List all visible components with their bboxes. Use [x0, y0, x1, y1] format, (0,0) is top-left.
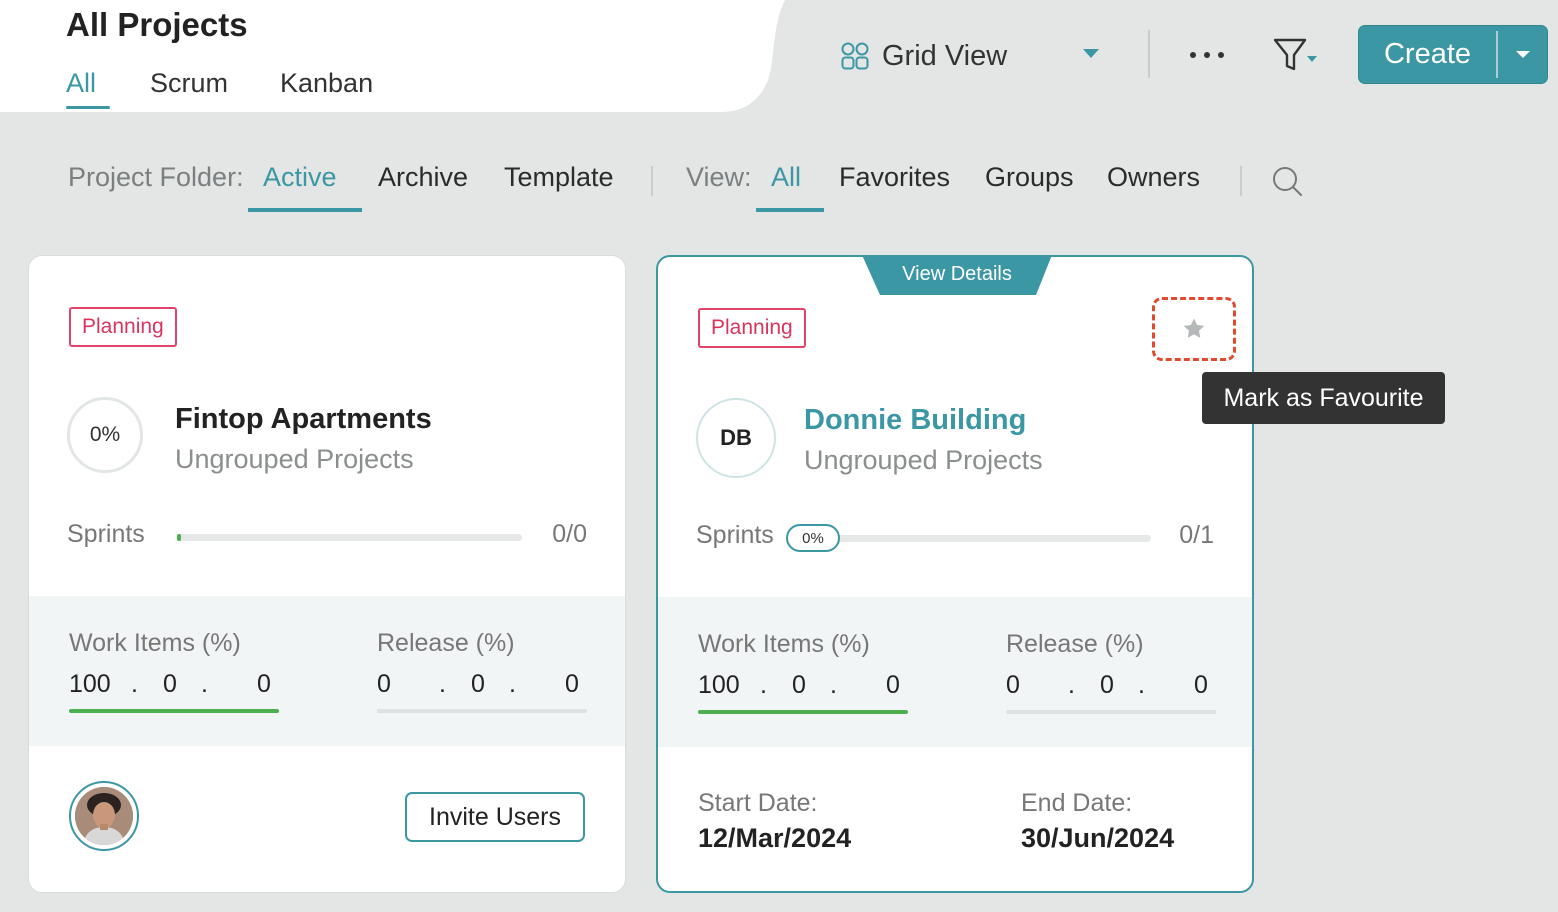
value-separator: .: [830, 671, 837, 699]
tab-kanban[interactable]: Kanban: [280, 68, 373, 99]
sprint-count: 0/1: [1179, 521, 1214, 549]
release-label: Release (%): [1006, 630, 1144, 658]
filter-button[interactable]: [1272, 36, 1322, 76]
more-horizontal-icon: [1190, 52, 1224, 58]
value-separator: .: [509, 670, 516, 698]
view-selector-label: Grid View: [882, 39, 1008, 72]
filter-divider: [651, 166, 653, 196]
invite-users-button[interactable]: Invite Users: [405, 792, 585, 842]
header-divider: [1148, 30, 1150, 78]
grid-icon: [841, 42, 869, 70]
project-name[interactable]: Donnie Building: [804, 404, 1026, 437]
mark-favourite-button[interactable]: [1152, 297, 1236, 361]
page-title: All Projects: [66, 6, 248, 43]
chevron-down-icon: [1083, 49, 1099, 58]
folder-archive[interactable]: Archive: [378, 162, 468, 193]
view-filter-label: View:: [686, 162, 752, 192]
sprint-progress-fill: [177, 534, 181, 541]
start-date-value: 12/Mar/2024: [698, 823, 852, 853]
release-value-2: 0: [1100, 671, 1114, 699]
sprint-progress-bar: [177, 534, 522, 541]
more-options-button[interactable]: [1186, 40, 1228, 70]
work-items-value-1: 100: [69, 670, 111, 698]
end-date-label: End Date:: [1021, 789, 1133, 817]
release-value-1: 0: [377, 670, 391, 698]
value-separator: .: [1068, 671, 1075, 699]
star-icon: [1183, 318, 1205, 338]
user-photo: [75, 787, 133, 845]
work-items-label: Work Items (%): [698, 630, 870, 658]
folder-template[interactable]: Template: [504, 162, 614, 193]
view-all[interactable]: All: [771, 162, 801, 193]
filter-divider: [1240, 166, 1242, 196]
end-date-value: 30/Jun/2024: [1021, 823, 1175, 853]
folder-active[interactable]: Active: [263, 162, 337, 193]
value-separator: .: [201, 670, 208, 698]
search-button[interactable]: [1270, 164, 1306, 200]
sprints-label: Sprints: [67, 520, 145, 548]
value-separator: .: [439, 670, 446, 698]
work-items-value-3: 0: [886, 671, 900, 699]
status-badge: Planning: [69, 307, 177, 347]
view-all-indicator: [756, 208, 824, 212]
release-value-3: 0: [565, 670, 579, 698]
stats-section: Work Items (%) 100 . 0 . 0 Release (%) 0…: [658, 597, 1252, 747]
start-date-label: Start Date:: [698, 789, 818, 817]
header-panel: All Projects All Scrum Kanban: [0, 0, 790, 112]
value-separator: .: [1138, 671, 1145, 699]
work-items-bar: [698, 710, 908, 714]
work-items-bar: [69, 709, 279, 713]
value-separator: .: [131, 670, 138, 698]
project-name[interactable]: Fintop Apartments: [175, 403, 432, 436]
view-selector[interactable]: Grid View: [840, 36, 1100, 76]
release-values: 0 . 0 . 0: [1006, 671, 1216, 705]
sprints-label: Sprints: [696, 521, 774, 549]
value-separator: .: [760, 671, 767, 699]
create-dropdown-button[interactable]: [1498, 26, 1547, 83]
folder-active-indicator: [248, 208, 362, 212]
release-value-1: 0: [1006, 671, 1020, 699]
sprint-count: 0/0: [552, 520, 587, 548]
tab-scrum[interactable]: Scrum: [150, 68, 228, 99]
view-details-label: View Details: [902, 263, 1012, 285]
release-bar: [1006, 710, 1216, 714]
project-progress-circle: 0%: [67, 397, 143, 473]
view-owners[interactable]: Owners: [1107, 162, 1200, 193]
view-groups[interactable]: Groups: [985, 162, 1074, 193]
avatar[interactable]: [69, 781, 139, 851]
release-value-2: 0: [471, 670, 485, 698]
status-badge: Planning: [698, 308, 806, 348]
work-items-value-3: 0: [257, 670, 271, 698]
work-items-value-2: 0: [792, 671, 806, 699]
work-items-value-1: 100: [698, 671, 740, 699]
release-values: 0 . 0 . 0: [377, 670, 587, 704]
tab-all[interactable]: All: [66, 68, 96, 99]
chevron-down-icon: [1515, 50, 1530, 58]
release-label: Release (%): [377, 629, 515, 657]
avatar-image: [75, 787, 133, 845]
work-items-value-2: 0: [163, 670, 177, 698]
favourite-tooltip: Mark as Favourite: [1202, 372, 1445, 424]
sprint-progress-pill: 0%: [786, 524, 840, 552]
create-button-group: Create: [1358, 25, 1548, 84]
project-card[interactable]: Planning 0% Fintop Apartments Ungrouped …: [28, 255, 626, 893]
view-favorites[interactable]: Favorites: [839, 162, 950, 193]
view-details-button[interactable]: View Details: [862, 257, 1052, 297]
work-items-values: 100 . 0 . 0: [698, 671, 908, 705]
search-icon: [1273, 167, 1302, 196]
sprint-progress-bar: [836, 535, 1151, 542]
project-folder-label: Project Folder:: [68, 162, 244, 192]
work-items-values: 100 . 0 . 0: [69, 670, 279, 704]
project-initials: DB: [696, 398, 776, 478]
work-items-label: Work Items (%): [69, 629, 241, 657]
stats-section: Work Items (%) 100 . 0 . 0 Release (%) 0…: [29, 596, 625, 746]
create-button[interactable]: Create: [1359, 38, 1496, 71]
project-group: Ungrouped Projects: [804, 445, 1043, 475]
filter-icon: [1273, 38, 1317, 71]
release-bar: [377, 709, 587, 713]
release-value-3: 0: [1194, 671, 1208, 699]
active-tab-indicator: [66, 106, 110, 109]
project-group: Ungrouped Projects: [175, 444, 414, 474]
